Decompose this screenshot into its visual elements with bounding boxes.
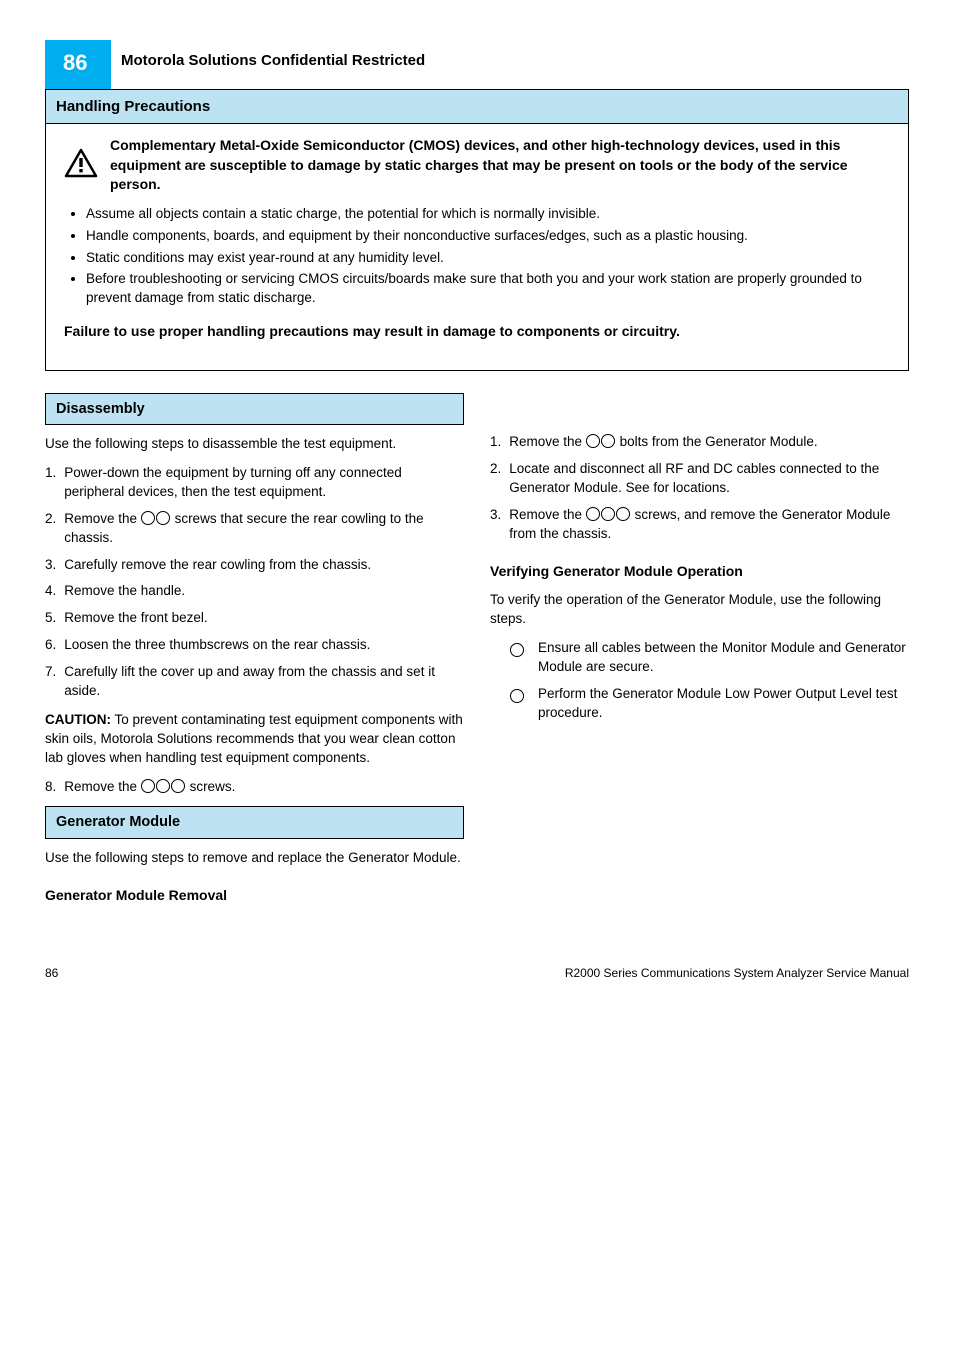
generator-module-title: Generator Module: [45, 806, 464, 838]
step-text: Locate and disconnect all RF and DC cabl…: [509, 460, 909, 498]
step-text: Carefully lift the cover up and away fro…: [64, 663, 464, 701]
generator-removal-step: 1. Remove the bolts from the Generator M…: [490, 433, 909, 452]
step-text: Loosen the three thumbscrews on the rear…: [64, 636, 370, 655]
disassembly-step: 4. Remove the handle.: [45, 582, 464, 601]
blank-circle-icon: [156, 779, 170, 793]
blank-circle-icon: [601, 507, 615, 521]
disassembly-step: 1. Power-down the equipment by turning o…: [45, 464, 464, 502]
warning-head-text: Complementary Metal-Oxide Semiconductor …: [110, 136, 890, 195]
disassembly-intro: Use the following steps to disassemble t…: [45, 435, 464, 454]
page-number-badge: 86: [45, 40, 111, 89]
step-text: Power-down the equipment by turning off …: [64, 464, 464, 502]
warning-bullet-list: Assume all objects contain a static char…: [64, 205, 890, 308]
blank-circle-icon: [171, 779, 185, 793]
generator-removal-title: Generator Module Removal: [45, 886, 464, 906]
disassembly-title: Disassembly: [45, 393, 464, 425]
generator-verify-title: Verifying Generator Module Operation: [490, 562, 909, 582]
generator-removal-step: 2. Locate and disconnect all RF and DC c…: [490, 460, 909, 498]
warning-bullet: Assume all objects contain a static char…: [86, 205, 890, 224]
warning-bullet: Handle components, boards, and equipment…: [86, 227, 890, 246]
bullet-circle-icon: [510, 689, 524, 703]
disassembly-step: 7. Carefully lift the cover up and away …: [45, 663, 464, 701]
blank-circle-icon: [616, 507, 630, 521]
disassembly-step: 5. Remove the front bezel.: [45, 609, 464, 628]
warning-triangle-icon: [64, 148, 98, 184]
generator-intro: Use the following steps to remove and re…: [45, 849, 464, 868]
step-number: 1.: [45, 464, 56, 502]
step-number: 2.: [490, 460, 501, 498]
step-number: 1.: [490, 433, 501, 452]
step-number: 4.: [45, 582, 56, 601]
step-text: Remove the handle.: [64, 582, 185, 601]
handling-precautions-box: Handling Precautions Complementary Metal…: [45, 89, 909, 371]
blank-circle-icon: [156, 511, 170, 525]
verify-bullet: Perform the Generator Module Low Power O…: [510, 685, 909, 723]
step-text: Remove the screws, and remove the Genera…: [509, 506, 909, 544]
footer-doc-title: R2000 Series Communications System Analy…: [565, 965, 909, 982]
blank-circle-icon: [586, 507, 600, 521]
warning-note: Failure to use proper handling precautio…: [64, 322, 890, 342]
disassembly-step: 8. Remove the screws.: [45, 778, 464, 797]
step-number: 8.: [45, 778, 56, 797]
step-number: 6.: [45, 636, 56, 655]
caution-text: CAUTION: To prevent contaminating test e…: [45, 711, 464, 768]
handling-precautions-title: Handling Precautions: [46, 90, 908, 124]
step-text: Remove the screws that secure the rear c…: [64, 510, 464, 548]
generator-verify-intro: To verify the operation of the Generator…: [490, 591, 909, 629]
verify-bullet: Ensure all cables between the Monitor Mo…: [510, 639, 909, 677]
step-number: 5.: [45, 609, 56, 628]
blank-circle-icon: [141, 511, 155, 525]
bullet-circle-icon: [510, 643, 524, 657]
page-header-title: Motorola Solutions Confidential Restrict…: [121, 50, 909, 71]
step-number: 3.: [45, 556, 56, 575]
warning-bullet: Static conditions may exist year-round a…: [86, 249, 890, 268]
step-text: Carefully remove the rear cowling from t…: [64, 556, 371, 575]
blank-circle-icon: [141, 779, 155, 793]
step-number: 7.: [45, 663, 56, 701]
step-number: 2.: [45, 510, 56, 548]
blank-circle-icon: [586, 434, 600, 448]
disassembly-step: 3. Carefully remove the rear cowling fro…: [45, 556, 464, 575]
warning-bullet: Before troubleshooting or servicing CMOS…: [86, 270, 890, 308]
generator-removal-step: 3. Remove the screws, and remove the Gen…: [490, 506, 909, 544]
footer-page-number: 86: [45, 965, 58, 982]
page-footer: 86 R2000 Series Communications System An…: [45, 965, 909, 982]
step-text: Remove the screws.: [64, 778, 235, 797]
verify-text: Perform the Generator Module Low Power O…: [538, 685, 909, 723]
disassembly-step: 2. Remove the screws that secure the rea…: [45, 510, 464, 548]
blank-circle-icon: [601, 434, 615, 448]
disassembly-step: 6. Loosen the three thumbscrews on the r…: [45, 636, 464, 655]
right-column: . 1. Remove the bolts from the Generator…: [490, 393, 909, 905]
step-text: Remove the bolts from the Generator Modu…: [509, 433, 817, 452]
step-text: Remove the front bezel.: [64, 609, 207, 628]
left-column: Disassembly Use the following steps to d…: [45, 393, 464, 905]
verify-text: Ensure all cables between the Monitor Mo…: [538, 639, 909, 677]
step-number: 3.: [490, 506, 501, 544]
